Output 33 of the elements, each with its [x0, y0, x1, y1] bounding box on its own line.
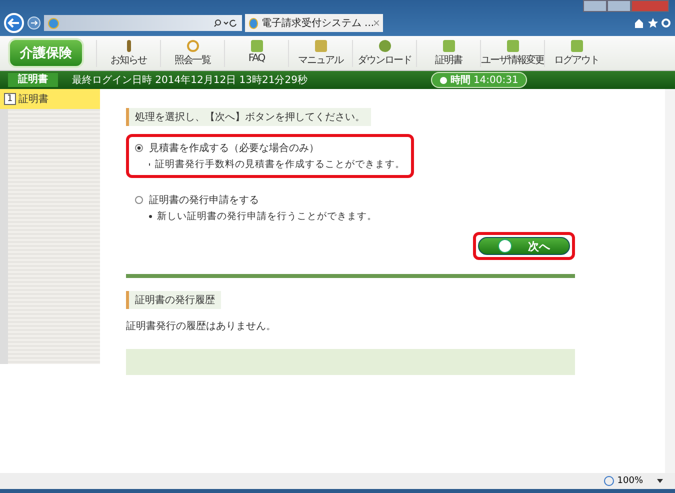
instruction-text: 処理を選択し、【次へ】ボタンを押してください。 — [126, 108, 371, 126]
history-title: 証明書の発行履歴 — [126, 291, 221, 309]
last-login-text: 最終ログイン日時 2014年12月12日 13時21分29秒 — [72, 74, 308, 87]
option-description: 証明書発行手数料の見積書を作成することができます。 — [155, 158, 405, 171]
zoom-icon[interactable] — [604, 476, 614, 486]
next-button[interactable]: 次へ — [478, 237, 570, 255]
address-field[interactable] — [44, 15, 242, 31]
toolbar-button[interactable]: マニュアル — [288, 40, 352, 66]
toolbar-button[interactable]: ユーザ情報変更 — [480, 40, 544, 66]
option-description: 新しい証明書の発行申請を行うことができます。 — [157, 210, 377, 223]
back-icon[interactable] — [4, 13, 24, 33]
scrollbar[interactable] — [665, 89, 675, 473]
toolbar-button[interactable]: ログアウト — [544, 40, 608, 66]
browser-tab[interactable]: 電子請求受付システム ... — [245, 14, 383, 32]
radio-option[interactable]: 見積書を作成する（必要な場合のみ） — [135, 141, 405, 155]
search-icon — [186, 40, 198, 52]
toolbar-button[interactable]: 証明書 — [416, 40, 480, 66]
home-favorites-settings-icon[interactable] — [635, 18, 671, 28]
close-icon[interactable] — [374, 20, 379, 26]
search-refresh-icon[interactable] — [214, 19, 238, 27]
radio-option[interactable]: 証明書の発行申請をする — [135, 193, 405, 207]
history-message: 証明書発行の履歴はありません。 — [126, 320, 277, 333]
section-title: 証明書 — [8, 73, 58, 87]
toolbar-button[interactable]: FAQ — [224, 40, 288, 66]
sidebar-item[interactable]: 1 証明書 — [0, 89, 100, 109]
toolbar-button[interactable]: 照会一覧 — [160, 40, 224, 66]
dropdown-icon[interactable] — [657, 479, 663, 483]
bullet-icon — [149, 215, 152, 218]
toolbar-button[interactable]: ダウンロード — [352, 40, 416, 66]
session-timer: 時間 14:00:31 — [431, 72, 528, 88]
forward-icon[interactable] — [27, 16, 41, 30]
zoom-level[interactable]: 100% — [617, 476, 643, 486]
toolbar-button[interactable]: お知らせ — [96, 40, 160, 66]
